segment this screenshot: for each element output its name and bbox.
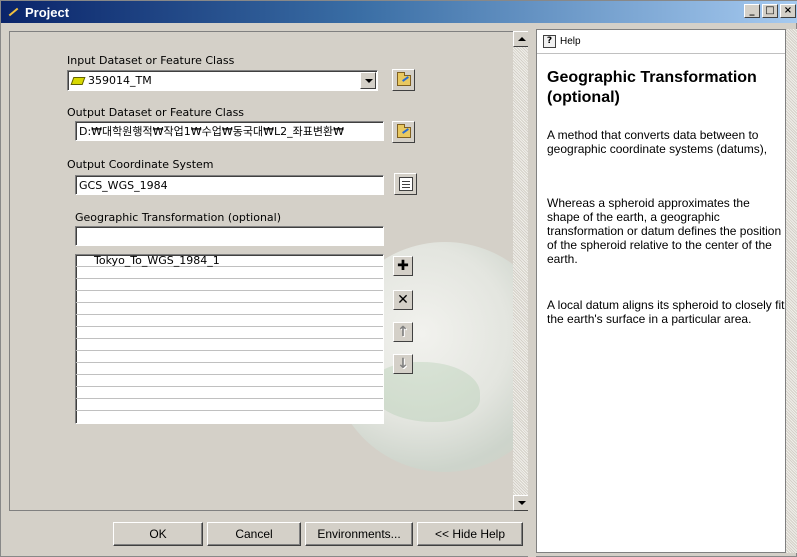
form-scrollbar[interactable] (513, 31, 529, 511)
list-item[interactable] (76, 279, 383, 291)
coord-system-input[interactable]: GCS_WGS_1984 (75, 175, 384, 195)
environments-button[interactable]: Environments... (305, 522, 413, 546)
help-tab[interactable]: Help (560, 36, 581, 47)
cancel-button[interactable]: Cancel (207, 522, 301, 546)
list-item[interactable] (76, 363, 383, 375)
list-item[interactable] (76, 351, 383, 363)
input-dataset-combo[interactable]: 359014_TM (67, 70, 378, 91)
browse-output-button[interactable] (392, 121, 415, 143)
maximize-button[interactable]: □ (762, 4, 778, 18)
minimize-button[interactable]: _ (744, 4, 760, 18)
input-dataset-label: Input Dataset or Feature Class (67, 54, 235, 67)
window-title: Project (25, 4, 70, 20)
polygon-layer-icon (70, 76, 86, 85)
close-button[interactable]: × (780, 4, 796, 18)
hide-help-button[interactable]: << Hide Help (417, 522, 523, 546)
help-paragraph: A method that converts data between to g… (547, 128, 768, 156)
list-item[interactable] (76, 291, 383, 303)
list-item[interactable] (76, 267, 383, 279)
list-item[interactable] (76, 327, 383, 339)
help-paragraph: Whereas a spheroid approximates the shap… (547, 196, 782, 266)
window-controls: _ □ × (744, 4, 796, 18)
project-dialog: Project _ □ × Input Dataset or Feature C… (0, 0, 797, 557)
help-pane: ? Help Geographic Transformation (option… (536, 29, 786, 553)
list-item[interactable]: Tokyo_To_WGS_1984_1 (76, 255, 383, 267)
help-icon: ? (543, 35, 556, 48)
help-title: Geographic Transformation (optional) (547, 69, 757, 106)
list-item[interactable] (76, 387, 383, 399)
scroll-up-icon[interactable] (513, 31, 529, 47)
properties-icon (398, 177, 413, 191)
move-up-button[interactable]: ↑ (393, 322, 413, 342)
output-dataset-input[interactable]: D:₩대학원행적₩작업1₩수업₩동국대₩L2_좌표변환₩ (75, 121, 384, 141)
list-item[interactable] (76, 399, 383, 411)
tool-icon (5, 3, 23, 21)
open-folder-icon (396, 71, 411, 86)
open-folder-icon (396, 123, 411, 138)
scroll-down-icon[interactable] (513, 495, 529, 511)
coord-properties-button[interactable] (394, 173, 417, 195)
transformation-list[interactable]: Tokyo_To_WGS_1984_1 (75, 254, 384, 424)
transformation-label: Geographic Transformation (optional) (75, 211, 282, 224)
ok-button[interactable]: OK (113, 522, 203, 546)
help-header: ? Help (537, 30, 785, 54)
input-dataset-value: 359014_TM (88, 74, 152, 87)
remove-transformation-button[interactable]: ✕ (393, 290, 413, 310)
list-item[interactable] (76, 339, 383, 351)
move-down-button[interactable]: ↓ (393, 354, 413, 374)
help-paragraph: A local datum aligns its spheroid to clo… (547, 298, 785, 326)
browse-input-button[interactable] (392, 69, 415, 91)
chevron-down-icon[interactable] (360, 72, 376, 89)
list-item[interactable] (76, 303, 383, 315)
transformation-input[interactable] (75, 226, 384, 246)
output-dataset-label: Output Dataset or Feature Class (67, 106, 245, 119)
title-bar[interactable]: Project _ □ × (1, 1, 797, 23)
list-item[interactable] (76, 375, 383, 387)
add-transformation-button[interactable]: ✚ (393, 256, 413, 276)
coord-system-label: Output Coordinate System (67, 158, 214, 171)
pane-splitter[interactable] (528, 23, 536, 557)
list-item[interactable] (76, 315, 383, 327)
help-scrollbar[interactable] (786, 29, 797, 553)
